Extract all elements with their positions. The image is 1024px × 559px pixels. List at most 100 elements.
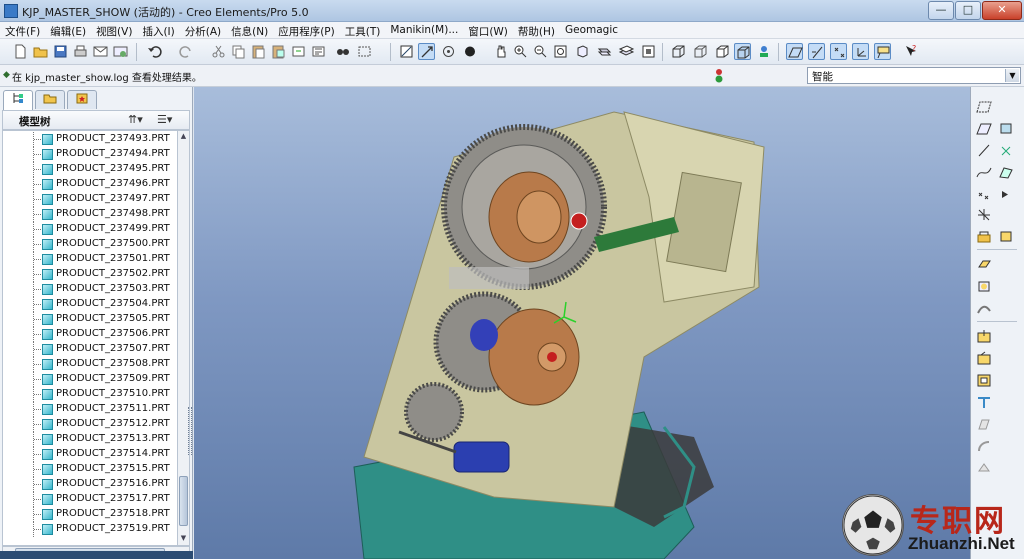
tree-item[interactable]: PRODUCT_237519.PRT: [3, 522, 177, 537]
datum-plane-tool-icon[interactable]: [976, 99, 992, 114]
tree-item[interactable]: PRODUCT_237494.PRT: [3, 147, 177, 162]
regenerate-icon[interactable]: [290, 43, 307, 60]
csys-tool-icon[interactable]: [976, 207, 992, 222]
find-icon[interactable]: [334, 43, 351, 60]
sketch-tool-icon[interactable]: [998, 165, 1014, 180]
tree-item[interactable]: PRODUCT_237495.PRT: [3, 162, 177, 177]
datum-tool-icon[interactable]: [998, 121, 1014, 136]
tree-item[interactable]: PRODUCT_237517.PRT: [3, 492, 177, 507]
model-tree-icon[interactable]: [756, 43, 773, 60]
tree-item[interactable]: PRODUCT_237499.PRT: [3, 222, 177, 237]
annotation-icon[interactable]: [874, 43, 891, 60]
graphics-viewport[interactable]: [194, 87, 970, 559]
tree-item[interactable]: PRODUCT_237518.PRT: [3, 507, 177, 522]
layers-icon[interactable]: [618, 43, 635, 60]
cut-icon[interactable]: [210, 43, 227, 60]
hole-tool-icon[interactable]: [976, 329, 992, 344]
open-folder-icon[interactable]: [32, 43, 49, 60]
extrude-tool-icon[interactable]: [976, 257, 992, 272]
no-hidden-icon[interactable]: [714, 43, 731, 60]
scrollbar-thumb[interactable]: [179, 476, 188, 526]
draft-tool-icon[interactable]: [976, 395, 992, 410]
tree-item[interactable]: PRODUCT_237509.PRT: [3, 372, 177, 387]
display-style-icon[interactable]: [462, 43, 479, 60]
email-link-icon[interactable]: [112, 43, 129, 60]
pattern-tool-icon[interactable]: [976, 461, 992, 476]
shell-tool-icon[interactable]: [976, 351, 992, 366]
copy-icon[interactable]: [230, 43, 247, 60]
orient-mode-icon[interactable]: [440, 43, 457, 60]
spin-center-icon[interactable]: [418, 43, 435, 60]
menu-manikin[interactable]: Manikin(M)...: [385, 22, 463, 36]
tab-model-tree[interactable]: [3, 90, 33, 110]
datum-points-icon[interactable]: [830, 43, 847, 60]
scroll-down-icon[interactable]: ▼: [179, 534, 188, 544]
menu-insert[interactable]: 插入(I): [137, 22, 179, 39]
menu-applications[interactable]: 应用程序(P): [273, 22, 340, 39]
tree-item[interactable]: PRODUCT_237510.PRT: [3, 387, 177, 402]
close-button[interactable]: ✕: [982, 1, 1022, 20]
tree-settings-icon[interactable]: ⇈▾: [128, 113, 143, 126]
tree-columns-icon[interactable]: ☰▾: [157, 113, 172, 126]
filter-select[interactable]: 智能 ▼: [807, 67, 1021, 84]
tree-item[interactable]: PRODUCT_237501.PRT: [3, 252, 177, 267]
menu-info[interactable]: 信息(N): [226, 22, 273, 39]
saved-views-icon[interactable]: [596, 43, 613, 60]
tree-item[interactable]: PRODUCT_237493.PRT: [3, 132, 177, 147]
undo-icon[interactable]: [146, 43, 163, 60]
point-tool-icon[interactable]: [998, 143, 1014, 158]
plane-tool-icon[interactable]: [976, 121, 992, 136]
save-icon[interactable]: [52, 43, 69, 60]
analysis-tool-icon[interactable]: [976, 229, 992, 244]
context-help-icon[interactable]: ?: [902, 43, 919, 60]
tab-favorites[interactable]: [67, 90, 97, 109]
panel-splitter[interactable]: [188, 407, 192, 455]
menu-help[interactable]: 帮助(H): [513, 22, 560, 39]
tree-vertical-scrollbar[interactable]: ▲ ▼: [178, 130, 190, 546]
print-icon[interactable]: [72, 43, 89, 60]
hidden-line-icon[interactable]: [692, 43, 709, 60]
scroll-up-icon[interactable]: ▲: [179, 132, 188, 142]
assembly-model[interactable]: [194, 87, 970, 559]
menu-geomagic[interactable]: Geomagic: [560, 22, 623, 36]
regenerate-manager-icon[interactable]: [310, 43, 327, 60]
curve-tool-icon[interactable]: [976, 165, 992, 180]
tree-item[interactable]: PRODUCT_237498.PRT: [3, 207, 177, 222]
tree-item[interactable]: PRODUCT_237516.PRT: [3, 477, 177, 492]
tree-item[interactable]: PRODUCT_237515.PRT: [3, 462, 177, 477]
tab-folder-browser[interactable]: [35, 90, 65, 109]
repaint-icon[interactable]: [398, 43, 415, 60]
paste-icon[interactable]: [250, 43, 267, 60]
tree-item[interactable]: PRODUCT_237500.PRT: [3, 237, 177, 252]
redo-icon[interactable]: [178, 43, 195, 60]
select-box-icon[interactable]: [356, 43, 373, 60]
zoom-out-icon[interactable]: [532, 43, 549, 60]
expand-tools-icon[interactable]: [998, 187, 1014, 202]
menu-view[interactable]: 视图(V): [91, 22, 137, 39]
chevron-down-icon[interactable]: ▼: [1005, 69, 1019, 82]
tree-item[interactable]: PRODUCT_237504.PRT: [3, 297, 177, 312]
point-set-icon[interactable]: [976, 187, 992, 202]
paste-special-icon[interactable]: [270, 43, 287, 60]
tree-item[interactable]: PRODUCT_237506.PRT: [3, 327, 177, 342]
tree-item[interactable]: PRODUCT_237497.PRT: [3, 192, 177, 207]
tree-item[interactable]: PRODUCT_237502.PRT: [3, 267, 177, 282]
tree-item[interactable]: PRODUCT_237507.PRT: [3, 342, 177, 357]
shading-icon[interactable]: [734, 43, 751, 60]
tree-item[interactable]: PRODUCT_237512.PRT: [3, 417, 177, 432]
csys-icon[interactable]: [852, 43, 869, 60]
round-tool-icon[interactable]: [976, 417, 992, 432]
menu-tools[interactable]: 工具(T): [340, 22, 386, 39]
datum-axes-icon[interactable]: [808, 43, 825, 60]
tree-item[interactable]: PRODUCT_237503.PRT: [3, 282, 177, 297]
pan-icon[interactable]: [492, 43, 509, 60]
menu-file[interactable]: 文件(F): [0, 22, 45, 39]
tree-item[interactable]: PRODUCT_237508.PRT: [3, 357, 177, 372]
menu-window[interactable]: 窗口(W): [463, 22, 513, 39]
sweep-tool-icon[interactable]: [976, 301, 992, 316]
datum-planes-icon[interactable]: [786, 43, 803, 60]
wireframe-icon[interactable]: [670, 43, 687, 60]
maximize-button[interactable]: □: [955, 1, 981, 20]
tree-item[interactable]: PRODUCT_237505.PRT: [3, 312, 177, 327]
revolve-tool-icon[interactable]: [976, 279, 992, 294]
